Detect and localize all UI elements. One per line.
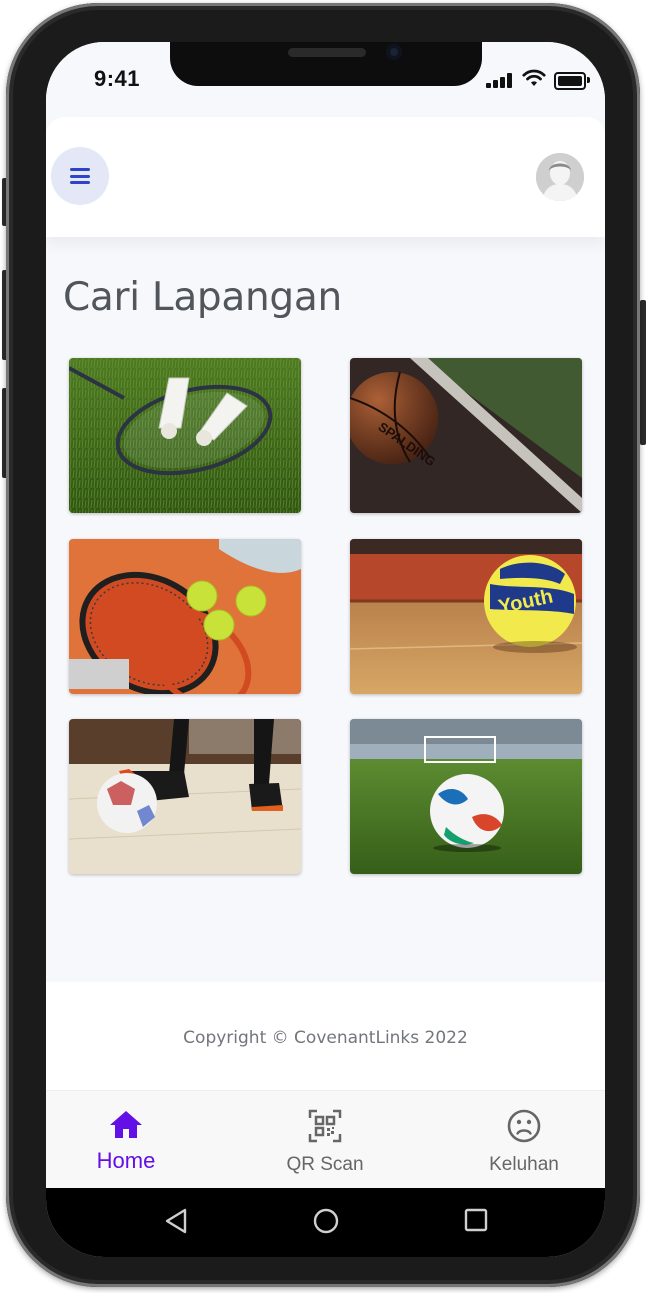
nav-home[interactable]: Home (46, 1109, 206, 1174)
page-footer: Copyright © CovenantLinks 2022 (46, 982, 605, 1090)
field-card-basketball[interactable]: SPALDING (350, 358, 582, 513)
recents-square-icon[interactable] (464, 1208, 488, 1232)
power-button (640, 300, 646, 445)
basketball-image: SPALDING (350, 358, 582, 513)
copyright-text: Copyright © CovenantLinks 2022 (183, 1028, 468, 1048)
nav-qr-scan-label: QR Scan (286, 1154, 364, 1175)
field-card-tennis[interactable] (69, 539, 301, 694)
bottom-navigation: Home QR Scan Keluhan (46, 1090, 605, 1189)
back-triangle-icon[interactable] (164, 1208, 188, 1234)
status-bar: 9:41 (46, 42, 605, 120)
nav-home-label: Home (96, 1148, 156, 1173)
app-header (46, 117, 605, 237)
user-avatar-icon[interactable] (536, 153, 584, 201)
app-screen: 9:41 Cari Lapangan SPALDING Youth Copyri… (46, 42, 605, 1257)
cellular-signal-icon (486, 72, 516, 88)
field-card-badminton[interactable] (69, 358, 301, 513)
page-title: Cari Lapangan (63, 275, 342, 320)
battery-icon (554, 72, 590, 90)
wifi-icon (522, 69, 546, 86)
volleyball-image: Youth (350, 539, 582, 694)
front-camera (386, 44, 402, 60)
nav-keluhan-label: Keluhan (489, 1154, 559, 1175)
nav-keluhan[interactable]: Keluhan (444, 1109, 604, 1176)
sad-face-icon (507, 1109, 541, 1143)
nav-qr-scan[interactable]: QR Scan (245, 1109, 405, 1176)
menu-button[interactable] (51, 147, 109, 205)
futsal-image (69, 719, 301, 874)
notch (170, 42, 482, 86)
field-card-football[interactable] (350, 719, 582, 874)
field-card-volleyball[interactable]: Youth (350, 539, 582, 694)
badminton-image (69, 358, 301, 513)
football-image (350, 719, 582, 874)
home-icon (110, 1111, 142, 1138)
speaker (288, 48, 366, 57)
system-navigation-bar (46, 1188, 605, 1257)
qr-code-icon (308, 1109, 342, 1143)
hamburger-icon (70, 168, 90, 184)
field-card-futsal[interactable] (69, 719, 301, 874)
home-circle-icon[interactable] (313, 1208, 339, 1234)
status-time: 9:41 (94, 66, 141, 91)
tennis-image (69, 539, 301, 694)
